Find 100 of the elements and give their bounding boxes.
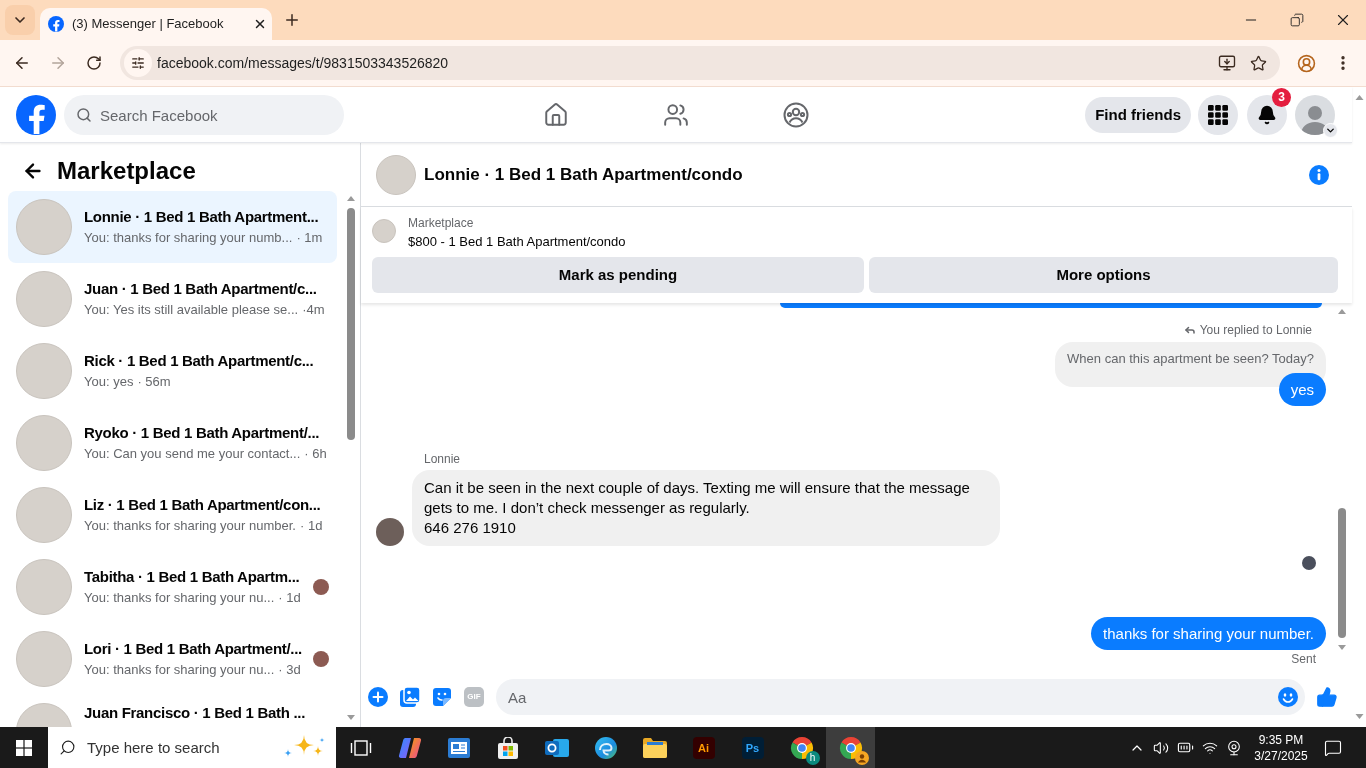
listing-source: Marketplace: [408, 215, 475, 231]
search-icon: [59, 739, 76, 756]
reload-icon[interactable]: [86, 55, 102, 71]
avatar-placeholder: [376, 518, 404, 546]
restore-icon[interactable]: [1290, 13, 1304, 27]
taskbar-search-field[interactable]: Type here to search: [48, 727, 336, 768]
app-logo-tile: Ai: [692, 736, 715, 759]
conversation-name: Tabitha · 1 Bed 1 Bath Apartm...: [84, 566, 300, 587]
browser-tab[interactable]: (3) Messenger | Facebook: [40, 8, 272, 40]
message-time: · 1d: [278, 588, 301, 607]
photo-placeholder: [16, 199, 72, 255]
message-preview: You: Can you send me your contact...: [84, 444, 301, 463]
facebook-logo-icon: [48, 16, 64, 32]
colorful-logo-icon: [397, 735, 422, 760]
message-preview: You: thanks for sharing your numb...: [84, 228, 293, 247]
menu-button[interactable]: [1198, 95, 1238, 135]
message-preview: You: thanks for sharing your nu...: [84, 660, 275, 679]
people-icon[interactable]: [663, 102, 689, 128]
profile-icon[interactable]: [1297, 53, 1316, 73]
chat-title[interactable]: Lonnie · 1 Bed 1 Bath Apartment/condo: [424, 161, 743, 188]
message-time: · 3d: [278, 660, 301, 679]
new-tab-icon[interactable]: [283, 11, 301, 29]
search-icon: [76, 107, 92, 123]
sidebar-title: Marketplace: [57, 156, 196, 186]
clock-date[interactable]: 3/27/2025: [1254, 747, 1308, 764]
conversation-name: Ryoko · 1 Bed 1 Bath Apartment/...: [84, 422, 320, 443]
scroll-up-arrow-icon[interactable]: [1338, 309, 1346, 314]
delivery-status: Sent: [1291, 652, 1316, 666]
listing-action-button[interactable]: More options: [869, 257, 1338, 293]
conversation-item[interactable]: Lonnie · 1 Bed 1 Bath Apartment... You: thanks for sharing your numb... · 1m: [8, 191, 337, 263]
taskbar-app-button[interactable]: Ai: [679, 727, 728, 768]
site-settings-icon[interactable]: [124, 49, 152, 77]
message-time: ·4m: [302, 300, 325, 319]
photo-placeholder: [16, 631, 72, 687]
bookmark-star-icon[interactable]: [1250, 54, 1267, 72]
search-field[interactable]: Search Facebook: [64, 95, 344, 135]
info-icon[interactable]: [1309, 164, 1329, 185]
newspaper-icon: [447, 737, 470, 758]
tab-list-button[interactable]: [5, 5, 35, 35]
plus-circle-icon[interactable]: [368, 687, 388, 707]
message-time: · 1m: [296, 228, 323, 247]
message-time: · 1d: [300, 516, 323, 535]
clock-time[interactable]: 9:35 PM: [1258, 731, 1304, 748]
smiley-icon[interactable]: [1278, 687, 1298, 707]
address-bar[interactable]: facebook.com/messages/t/9831503343526820: [120, 46, 1280, 80]
photo-placeholder: [16, 559, 72, 615]
conversation-name: Juan Francisco · 1 Bed 1 Bath ...: [84, 703, 305, 723]
taskbar-app-button[interactable]: Ps: [728, 727, 777, 768]
folder-icon: [642, 737, 667, 758]
listing-action-button[interactable]: Mark as pending: [372, 257, 864, 293]
thumbs-up-icon[interactable]: [1316, 686, 1338, 708]
windows-logo-icon[interactable]: [16, 739, 32, 756]
conversation-item[interactable]: Lori · 1 Bed 1 Bath Apartment/... You: thanks for sharing your nu... · 3d: [8, 623, 337, 695]
scroll-down-arrow-icon[interactable]: [347, 715, 355, 720]
round-browser-logo-icon: [838, 735, 863, 760]
profile-badge-icon: [854, 750, 869, 765]
conversation-item[interactable]: Ryoko · 1 Bed 1 Bath Apartment/... You: Can you send me your contact... · 6h: [8, 407, 337, 479]
scroll-down-arrow-icon[interactable]: [1354, 714, 1364, 719]
bell-icon: [1257, 105, 1277, 125]
photo-placeholder: [16, 415, 72, 471]
people-circle-icon[interactable]: [783, 102, 809, 128]
conversation-name: Lori · 1 Bed 1 Bath Apartment/...: [84, 638, 302, 659]
notification-center-icon[interactable]: [1324, 738, 1342, 757]
received-message-bubble[interactable]: Can it be seen in the next couple of days. Texting me will ensure that the message gets to me. I don’t check messenger as regularly. 646 276 1910: [412, 470, 1000, 546]
find-friends-button[interactable]: Find friends: [1085, 97, 1191, 133]
conversation-item[interactable]: Liz · 1 Bed 1 Bath Apartment/con... You: thanks for sharing your number. · 1d: [8, 479, 337, 551]
home-icon[interactable]: [543, 102, 569, 128]
webcam-icon[interactable]: [1226, 739, 1242, 756]
task-view-icon: [349, 738, 372, 757]
quoted-message[interactable]: When can this apartment be seen? Today?: [1055, 342, 1326, 387]
sent-message-bubble[interactable]: yes: [1278, 373, 1326, 406]
scroll-up-arrow-icon[interactable]: [1354, 95, 1364, 100]
conversation-item[interactable]: Rick · 1 Bed 1 Bath Apartment/c... You: yes · 56m: [8, 335, 337, 407]
chevron-down-icon[interactable]: [1323, 123, 1338, 138]
conversation-item[interactable]: Tabitha · 1 Bed 1 Bath Apartm... You: thanks for sharing your nu... · 1d: [8, 551, 337, 623]
conversation-name: Juan · 1 Bed 1 Bath Apartment/c...: [84, 278, 317, 299]
scroll-down-arrow-icon[interactable]: [1338, 645, 1346, 650]
sticker-icon[interactable]: [432, 687, 452, 707]
conversation-item[interactable]: Juan · 1 Bed 1 Bath Apartment/c... You: Yes its still available please se... ·4m: [8, 263, 337, 335]
scrollbar-thumb[interactable]: [347, 208, 355, 440]
shopping-bag-icon: [496, 736, 519, 759]
message-preview: You: yes: [84, 372, 134, 391]
app-logo-tile: Ps: [741, 736, 764, 759]
photo-icon[interactable]: [400, 687, 420, 707]
scrollbar-thumb[interactable]: [1338, 508, 1346, 638]
mail-app-icon: [544, 736, 569, 759]
listing-title[interactable]: $800 - 1 Bed 1 Bath Apartment/condo: [408, 233, 626, 251]
message-preview: You: thanks for sharing your number.: [84, 516, 296, 535]
sent-message-bubble[interactable]: thanks for sharing your number.: [1091, 617, 1326, 650]
speaker-icon[interactable]: [1153, 739, 1169, 756]
grid-menu-icon: [1208, 105, 1228, 125]
install-app-icon[interactable]: [1218, 54, 1236, 72]
scroll-up-arrow-icon[interactable]: [347, 196, 355, 201]
reply-note: You replied to Lonnie: [1199, 322, 1312, 338]
taskbar-app-button[interactable]: [826, 727, 875, 768]
facebook-logo-icon[interactable]: [16, 95, 56, 135]
close-icon[interactable]: [253, 17, 267, 31]
message-input-field[interactable]: Aa: [496, 679, 1305, 715]
url-text[interactable]: facebook.com/messages/t/9831503343526820: [157, 52, 449, 74]
taskbar-app-button[interactable]: h: [777, 727, 826, 768]
